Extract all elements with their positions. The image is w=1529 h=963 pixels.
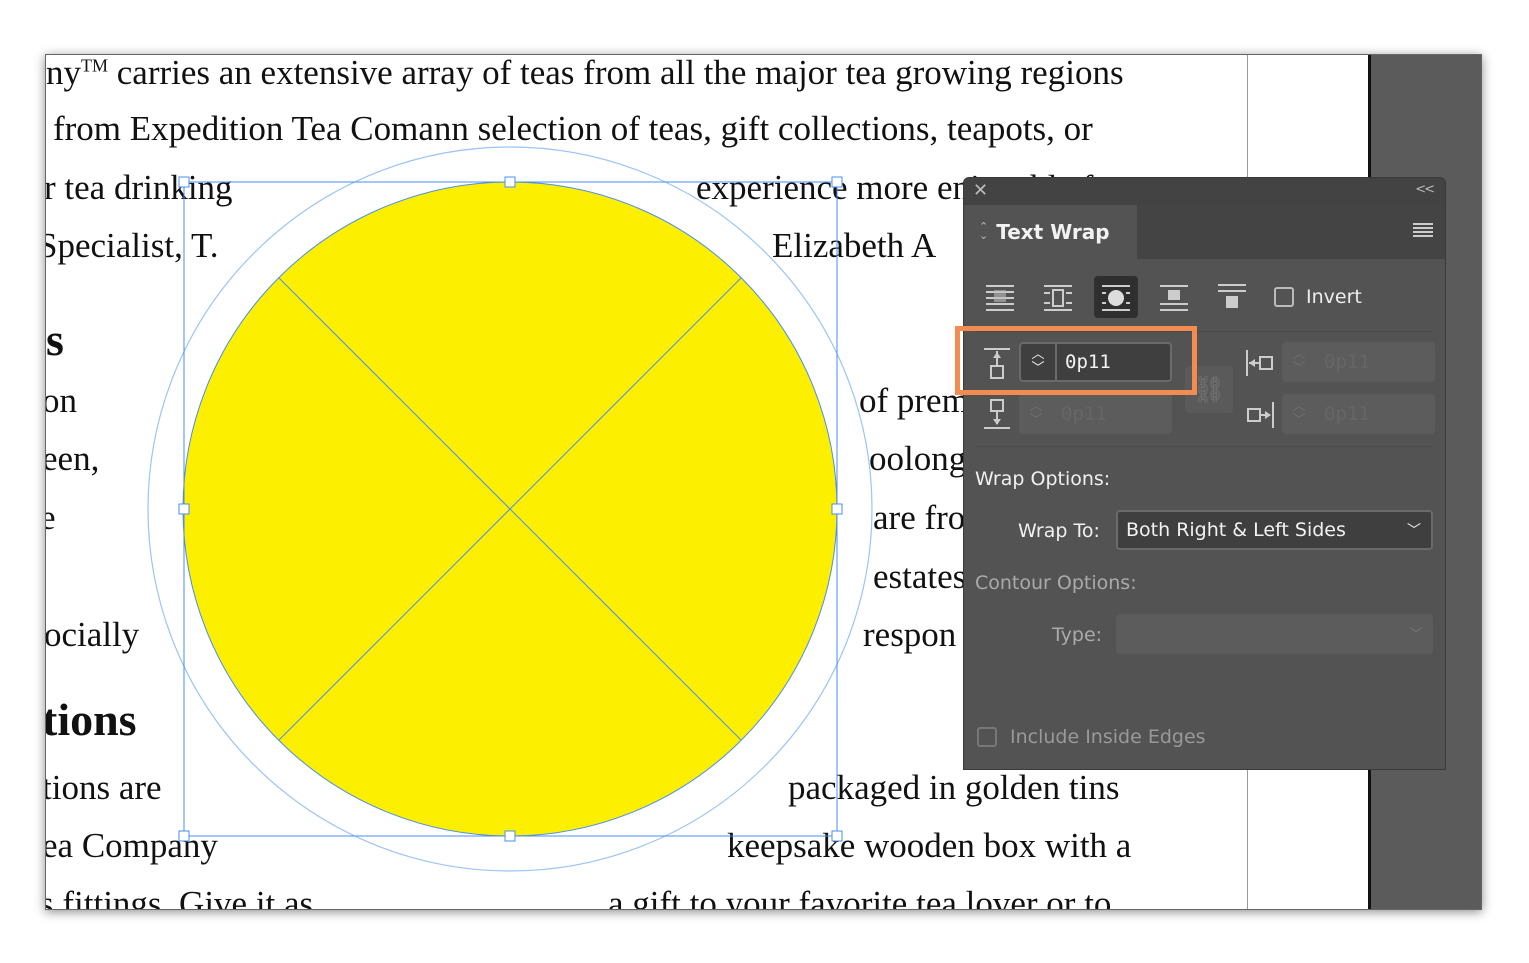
include-inside-edges-label: Include Inside Edges bbox=[1010, 726, 1206, 748]
wrap-options-heading: Wrap Options: bbox=[975, 468, 1111, 490]
invert-checkbox-box[interactable] bbox=[1274, 287, 1294, 307]
resize-handle bbox=[831, 176, 843, 188]
wrap-to-value: Both Right & Left Sides bbox=[1126, 519, 1346, 541]
contour-options-heading: Contour Options: bbox=[975, 572, 1137, 594]
right-offset-field[interactable]: ︿ ﹀ 0p11 bbox=[1282, 394, 1435, 434]
resize-handle bbox=[178, 830, 190, 842]
left-offset-stepper[interactable]: ︿ ﹀ bbox=[1282, 342, 1316, 382]
bottom-offset-icon bbox=[984, 399, 1010, 429]
panel-tab-row: ⌃ ⌄ Text Wrap bbox=[964, 205, 1445, 259]
jump-object-icon bbox=[1160, 285, 1188, 311]
resize-handle bbox=[504, 176, 516, 188]
annotation-highlight bbox=[955, 326, 1197, 395]
right-offset-stepper[interactable]: ︿ ﹀ bbox=[1282, 394, 1316, 434]
bottom-offset-field[interactable]: ︿ ﹀ 0p11 bbox=[1019, 394, 1172, 434]
left-offset-value[interactable]: 0p11 bbox=[1316, 351, 1370, 373]
no-text-wrap-button[interactable] bbox=[978, 276, 1022, 318]
left-offset-field[interactable]: ︿ ﹀ 0p11 bbox=[1282, 342, 1435, 382]
tab-text-wrap[interactable]: ⌃ ⌄ Text Wrap bbox=[964, 205, 1137, 259]
bottom-offset-stepper[interactable]: ︿ ﹀ bbox=[1019, 394, 1053, 434]
expand-collapse-icon[interactable]: ⌃ ⌄ bbox=[979, 221, 988, 241]
no-wrap-icon bbox=[986, 285, 1014, 311]
resize-handle bbox=[831, 503, 843, 515]
panel-title: Text Wrap bbox=[996, 220, 1110, 244]
chevron-down-icon: ﹀ bbox=[1409, 627, 1423, 643]
wrap-to-label: Wrap To: bbox=[1018, 520, 1100, 542]
left-offset-icon bbox=[1246, 350, 1273, 376]
invert-label: Invert bbox=[1306, 286, 1362, 308]
panel-titlebar[interactable]: ✕ << bbox=[964, 178, 1445, 205]
right-offset-icon bbox=[1247, 402, 1274, 428]
collapse-panel-button[interactable]: << bbox=[1415, 182, 1435, 197]
jump-object-button[interactable] bbox=[1152, 276, 1196, 318]
wrap-object-shape-button[interactable] bbox=[1094, 276, 1138, 318]
wrap-to-dropdown[interactable]: Both Right & Left Sides ﹀ bbox=[1116, 510, 1433, 550]
close-icon[interactable]: ✕ bbox=[973, 180, 988, 201]
divider bbox=[976, 446, 1433, 447]
object-shape-wrap-icon bbox=[1102, 285, 1130, 311]
resize-handle bbox=[178, 503, 190, 515]
resize-handle bbox=[178, 176, 190, 188]
invert-checkbox[interactable]: Invert bbox=[1274, 286, 1362, 308]
bounding-box-wrap-icon bbox=[1044, 285, 1072, 311]
resize-handle bbox=[504, 830, 516, 842]
text-wrap-panel: ✕ << ⌃ ⌄ Text Wrap Invert ︿ ﹀ 0p11 ︿ ﹀ 0… bbox=[963, 177, 1446, 770]
jump-to-next-column-button[interactable] bbox=[1210, 276, 1254, 318]
resize-handle bbox=[831, 830, 843, 842]
right-offset-value[interactable]: 0p11 bbox=[1316, 403, 1370, 425]
include-inside-edges-box[interactable] bbox=[977, 727, 997, 747]
wrap-mode-buttons: Invert bbox=[978, 276, 1362, 318]
type-label: Type: bbox=[1052, 624, 1103, 646]
panel-menu-icon[interactable] bbox=[1413, 223, 1433, 239]
contour-type-dropdown[interactable]: ﹀ bbox=[1116, 614, 1433, 654]
jump-next-column-icon bbox=[1218, 284, 1246, 308]
include-inside-edges-checkbox[interactable]: Include Inside Edges bbox=[977, 726, 1206, 748]
bottom-offset-value[interactable]: 0p11 bbox=[1053, 403, 1107, 425]
wrap-bounding-box-button[interactable] bbox=[1036, 276, 1080, 318]
chevron-down-icon: ﹀ bbox=[1407, 523, 1421, 539]
